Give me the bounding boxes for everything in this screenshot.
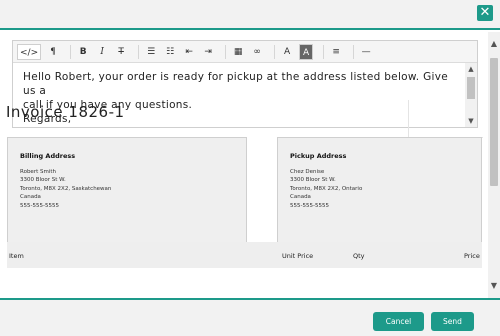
strikethrough-button[interactable]: T [114, 44, 128, 60]
invoice-table-header: Item Unit Price Qty Price [7, 242, 482, 268]
pickup-address-heading: Pickup Address [290, 152, 347, 160]
link-icon[interactable]: ∞ [250, 44, 264, 60]
horizontal-rule-icon[interactable]: — [359, 44, 373, 60]
align-icon[interactable]: ≡ [329, 44, 343, 60]
bulleted-list-icon[interactable]: ☰ [144, 44, 158, 60]
billing-address-line: Robert Smith [20, 169, 56, 175]
billing-address-line: 555-555-5555 [20, 202, 59, 209]
indent-icon[interactable]: ⇥ [201, 44, 215, 60]
billing-address-line: Toronto, M8X 2X2, Saskatchewan [20, 185, 112, 192]
billing-address-heading: Billing Address [20, 152, 76, 160]
scroll-up-icon[interactable]: ▲ [465, 65, 477, 73]
numbered-list-icon[interactable]: ☷ [163, 44, 177, 60]
invoice-title: Invoice 1826-1 [6, 103, 125, 121]
scroll-thumb[interactable] [490, 58, 498, 186]
pickup-address-line: Canada [290, 194, 311, 201]
scroll-thumb[interactable] [467, 77, 475, 99]
toolbar-divider [274, 44, 276, 59]
dialog-header: ✕ [0, 0, 500, 30]
pickup-address-line: 3300 Bloor St W. [290, 177, 336, 184]
email-invoice-dialog: ✕ </> ¶ B I T ☰ ☷ ⇤ ⇥ ▦ ∞ A A ≡ — Hello … [0, 0, 500, 336]
outdent-icon[interactable]: ⇤ [182, 44, 196, 60]
toolbar-divider [138, 44, 140, 59]
font-color-icon[interactable]: A [280, 44, 294, 60]
pickup-address-line: Chez Denise [290, 169, 325, 175]
pickup-address-line: Toronto, M8X 2X2, Ontario [290, 185, 363, 192]
scroll-up-icon[interactable]: ▲ [488, 38, 500, 50]
editor-toolbar: </> ¶ B I T ☰ ☷ ⇤ ⇥ ▦ ∞ A A ≡ — [13, 41, 477, 63]
toolbar-divider [323, 44, 325, 59]
scroll-down-icon[interactable]: ▼ [488, 280, 500, 292]
billing-address-line: 3300 Bloor St W. [20, 177, 66, 184]
cancel-button[interactable]: Cancel [373, 312, 424, 331]
billing-address-line: Canada [20, 194, 41, 201]
code-view-button[interactable]: </> [17, 43, 42, 60]
invoice-title-decoration [408, 100, 483, 138]
column-header-item: Item [9, 252, 24, 260]
table-icon[interactable]: ▦ [231, 44, 245, 60]
column-header-price: Price [464, 252, 480, 260]
bold-button[interactable]: B [76, 44, 90, 60]
toolbar-divider [353, 44, 355, 59]
italic-button[interactable]: I [95, 44, 109, 60]
column-header-qty: Qty [353, 252, 365, 260]
message-line: Hello Robert, your order is ready for pi… [23, 71, 449, 97]
toolbar-divider [70, 44, 72, 59]
toolbar-divider [225, 44, 227, 59]
dialog-scrollbar[interactable]: ▲ ▼ [488, 32, 500, 298]
send-button[interactable]: Send [431, 312, 474, 331]
column-header-unit-price: Unit Price [282, 252, 314, 260]
highlight-color-icon[interactable]: A [299, 43, 314, 60]
pickup-address-line: 555-555-5555 [290, 202, 329, 209]
dialog-footer: Cancel Send [0, 298, 500, 336]
close-icon[interactable]: ✕ [477, 5, 493, 21]
paragraph-style-button[interactable]: ¶ [46, 44, 60, 60]
